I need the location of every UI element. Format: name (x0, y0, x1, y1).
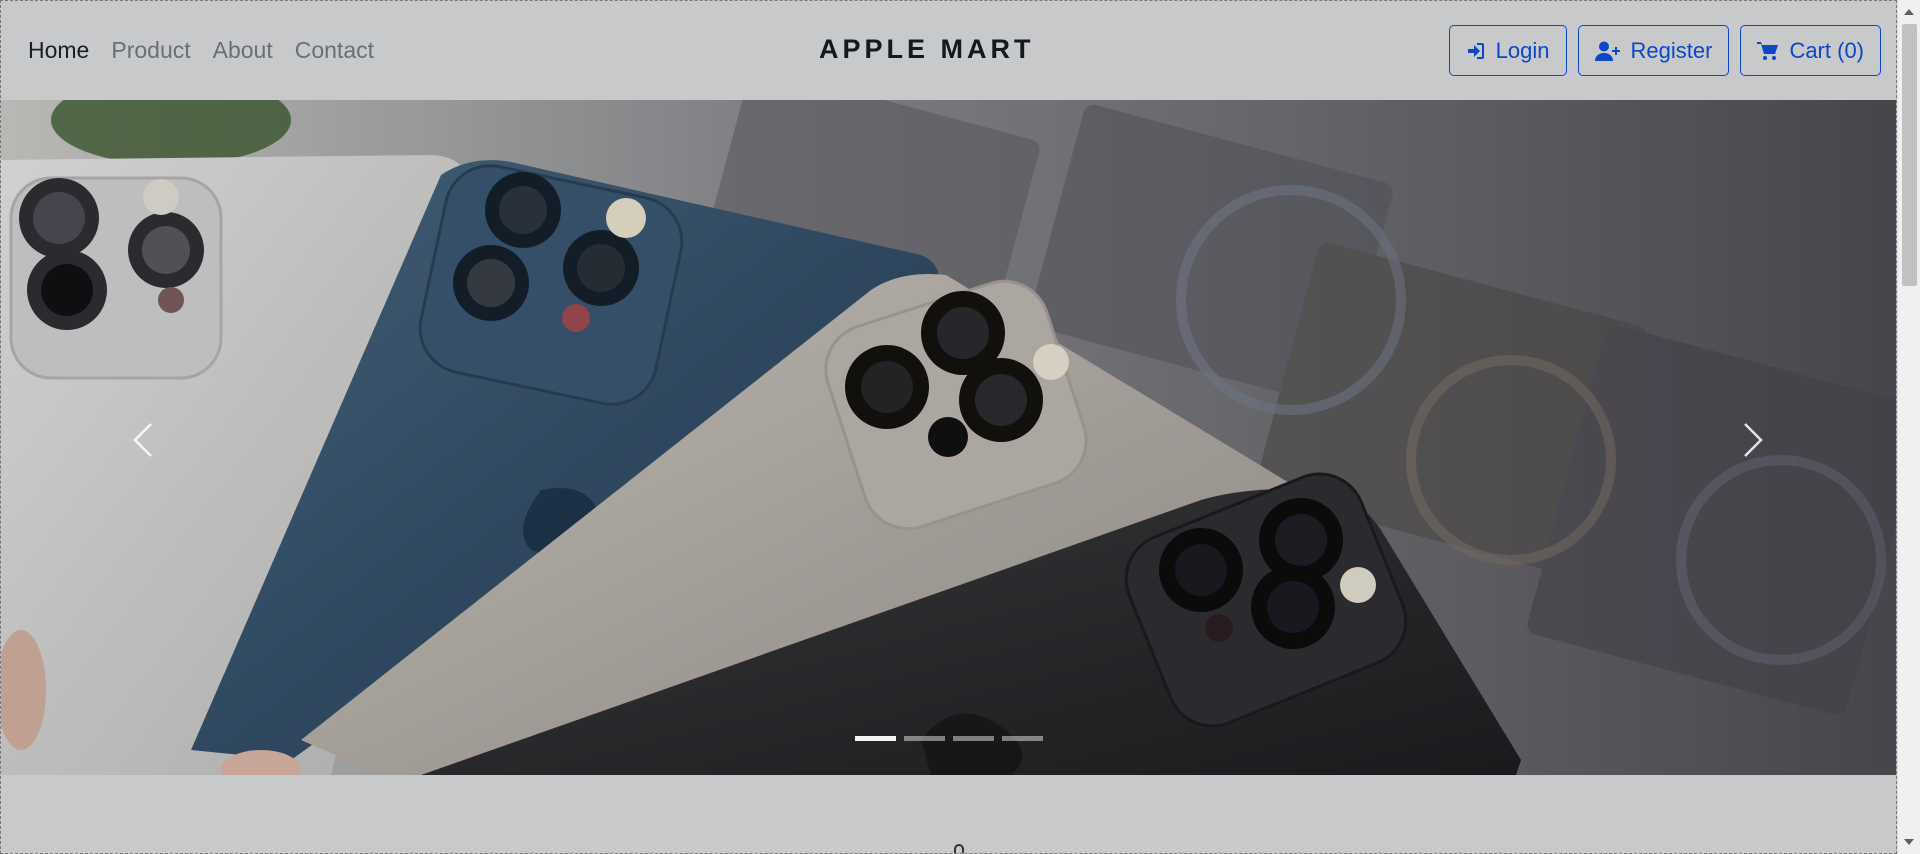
carousel-indicator[interactable] (904, 736, 945, 741)
scroll-down-arrow[interactable] (1904, 839, 1914, 845)
nav-link-contact[interactable]: Contact (295, 37, 374, 64)
chevron-left-icon (133, 423, 152, 457)
carousel-next-button[interactable] (1723, 400, 1783, 480)
vertical-scrollbar[interactable] (1897, 0, 1920, 854)
carousel-indicator[interactable] (1002, 736, 1043, 741)
login-button[interactable]: Login (1448, 25, 1567, 76)
register-button[interactable]: Register (1577, 25, 1730, 76)
cart-button[interactable]: Cart (0) (1740, 25, 1881, 76)
hero-carousel (1, 100, 1896, 775)
nav-buttons: Login Register Cart (0) (1448, 25, 1881, 76)
carousel-prev-button[interactable] (113, 400, 173, 480)
scroll-thumb[interactable] (1902, 24, 1917, 286)
hero-image (1, 100, 1896, 775)
brand-logo[interactable]: APPLE MART (819, 34, 1035, 65)
sign-in-icon (1467, 42, 1484, 59)
chevron-right-icon (1744, 423, 1763, 457)
carousel-indicator[interactable] (855, 736, 896, 741)
user-plus-icon (1594, 41, 1620, 61)
nav-links: Home Product About Contact (28, 37, 374, 64)
scroll-up-arrow[interactable] (1904, 9, 1914, 15)
nav-link-about[interactable]: About (213, 37, 273, 64)
login-label: Login (1495, 37, 1550, 63)
register-label: Register (1630, 37, 1713, 63)
nav-link-home[interactable]: Home (28, 37, 89, 64)
navbar: Home Product About Contact APPLE MART Lo… (1, 1, 1896, 100)
nav-link-product[interactable]: Product (111, 37, 190, 64)
cart-label: Cart (0) (1789, 37, 1864, 63)
carousel-indicator[interactable] (953, 736, 994, 741)
page: Home Product About Contact APPLE MART Lo… (0, 0, 1897, 854)
cart-icon (1757, 41, 1779, 60)
carousel-indicators (855, 736, 1043, 741)
section-heading-fragment (954, 844, 964, 853)
content-section (1, 775, 1896, 853)
